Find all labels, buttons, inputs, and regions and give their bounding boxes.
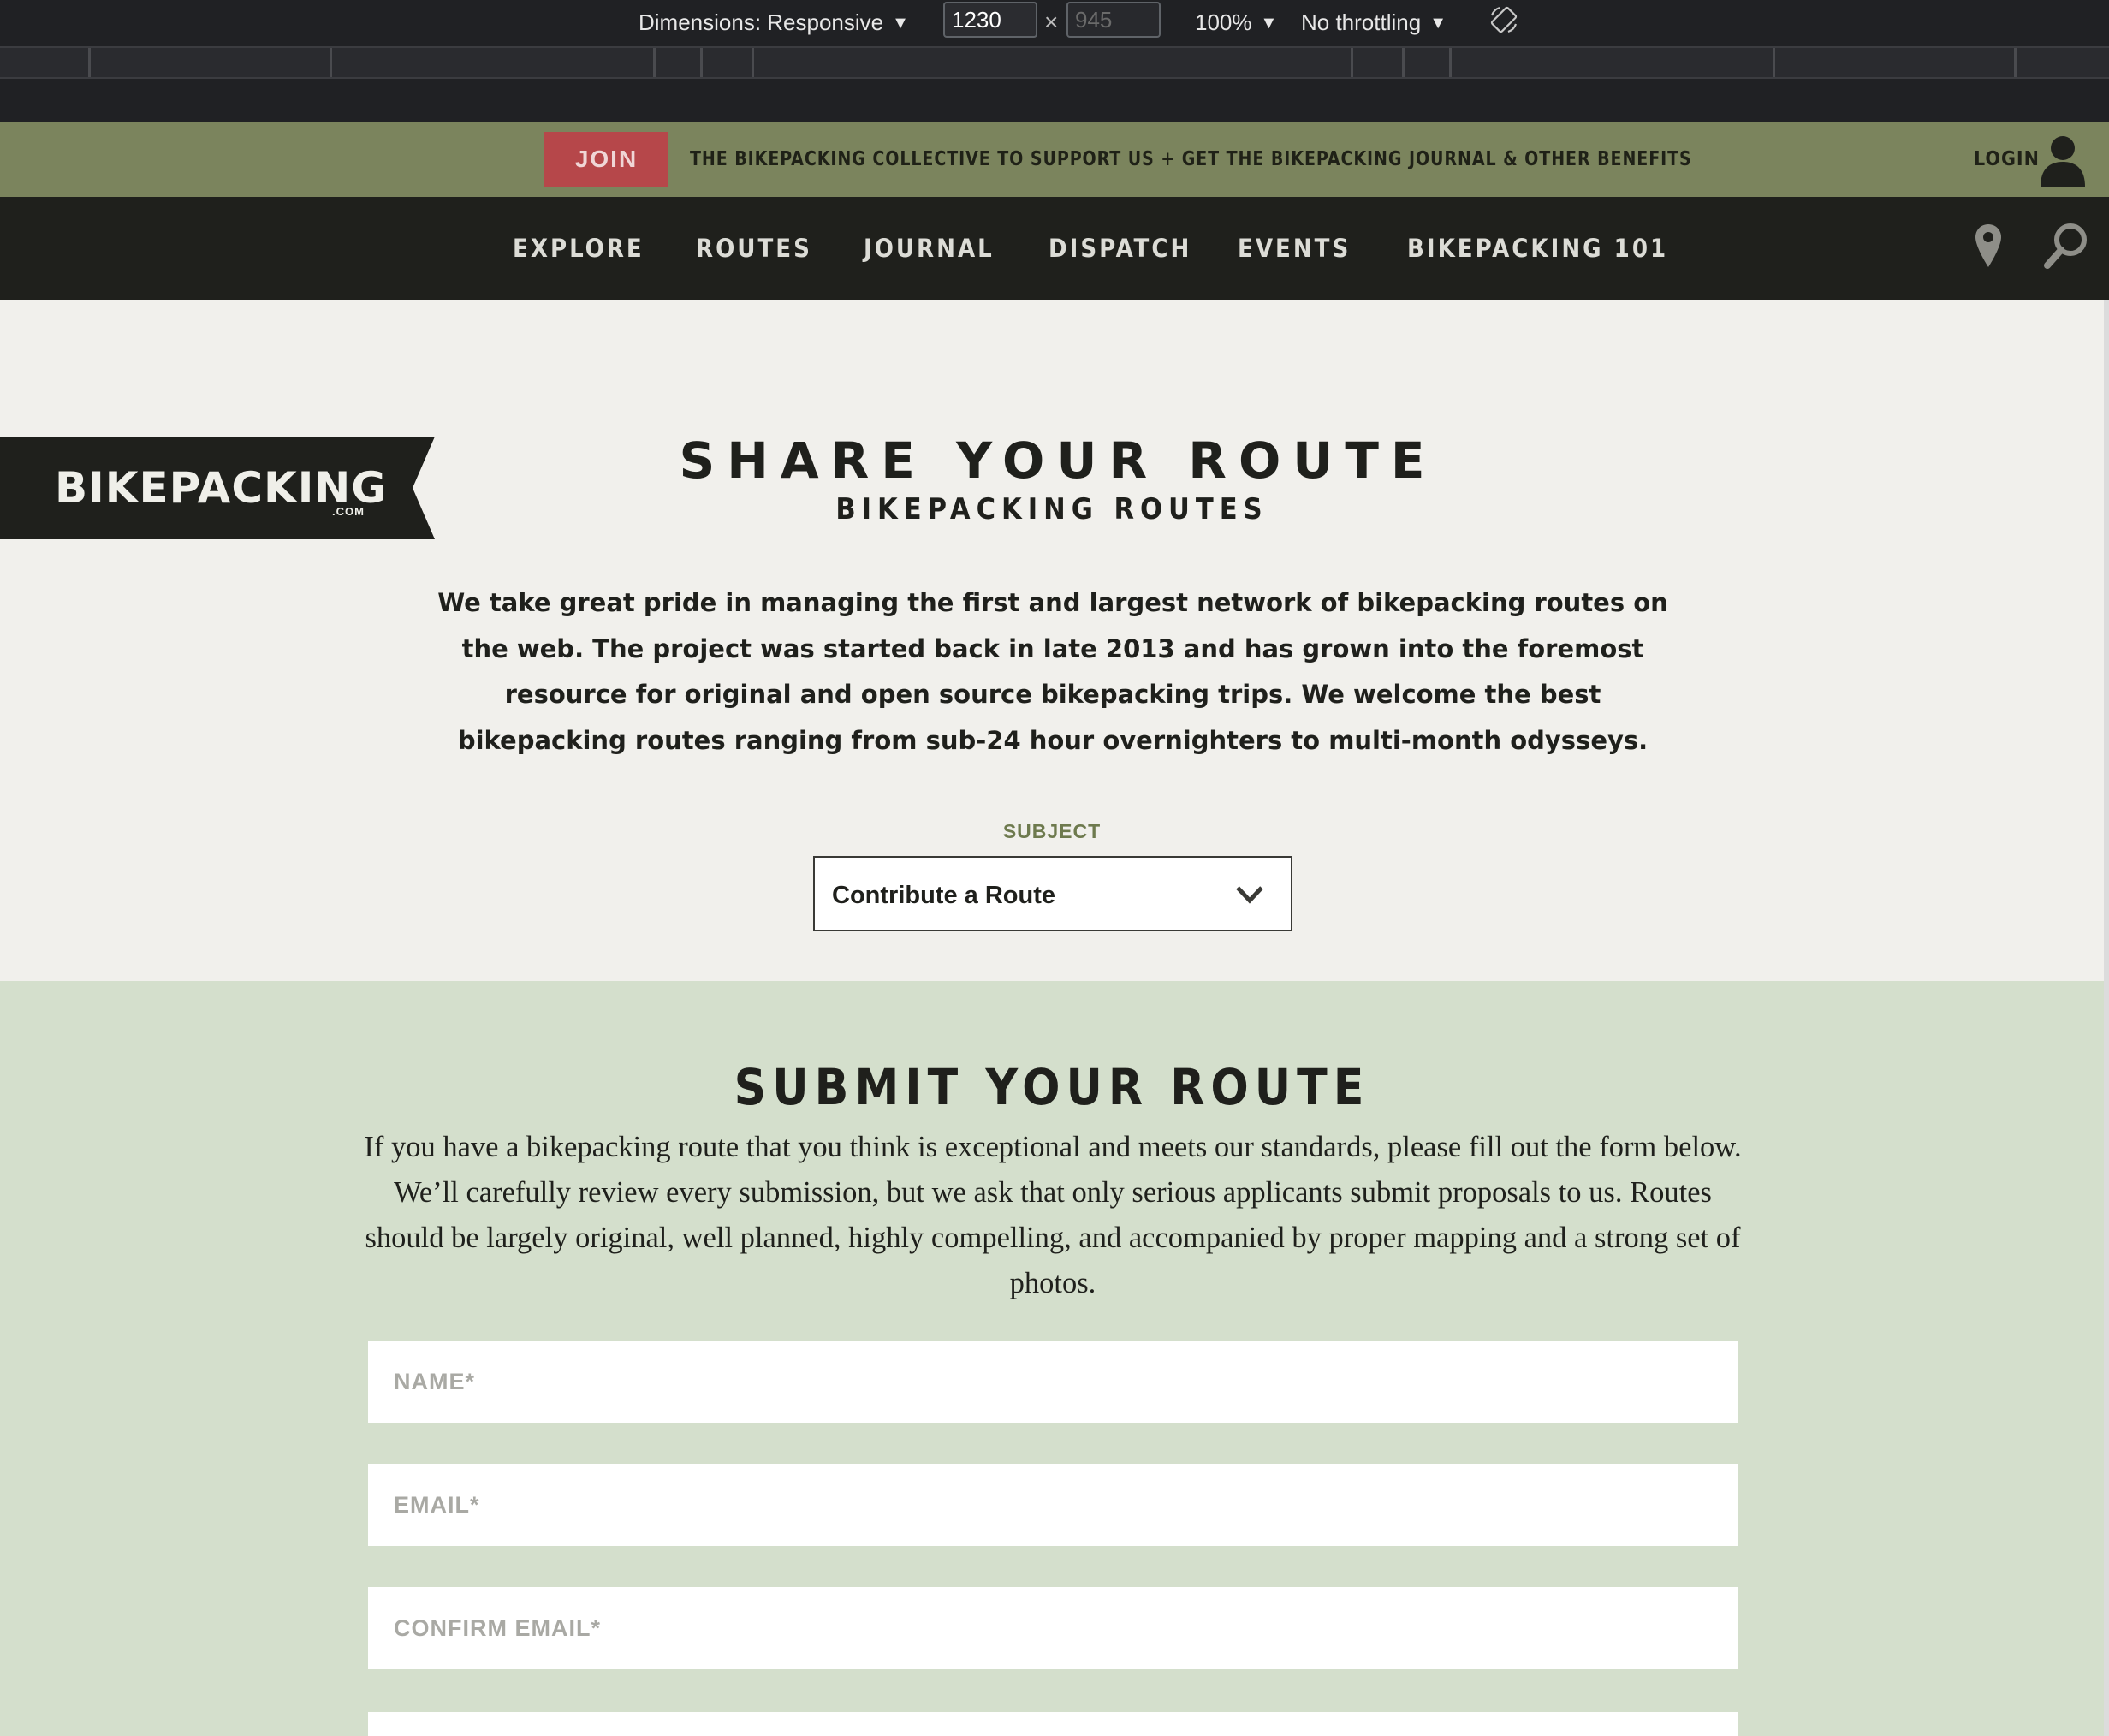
nav-item-events[interactable]: EVENTS <box>1238 229 1351 267</box>
ruler-tick <box>752 48 754 77</box>
caret-down-icon: ▼ <box>1260 14 1278 33</box>
ruler-tick <box>330 48 332 77</box>
devtools-spacer <box>0 79 2109 122</box>
form-title: SUBMIT YOUR ROUTE <box>734 1058 1370 1116</box>
height-input[interactable]: 945 <box>1066 2 1161 38</box>
page-title: SHARE YOUR ROUTE <box>679 431 1437 490</box>
user-icon[interactable] <box>2039 134 2087 187</box>
subject-selected-value: Contribute a Route <box>832 882 1055 909</box>
form-description: If you have a bikepacking route that you… <box>364 1131 1742 1299</box>
page-subtitle: BIKEPACKING ROUTES <box>835 492 1268 526</box>
dimensions-label: Dimensions: Responsive <box>639 9 884 35</box>
join-button[interactable]: JOIN <box>544 132 668 187</box>
nav-item-explore[interactable]: EXPLORE <box>513 229 645 267</box>
throttling-label: No throttling <box>1301 9 1422 35</box>
devtools-device-toolbar: Dimensions: Responsive ▼ 1230 × 945 100% ▼… <box>0 0 2109 122</box>
throttling-dropdown[interactable]: No throttling ▼ <box>1301 7 1447 38</box>
email-field[interactable] <box>368 1464 1738 1546</box>
dimension-separator: × <box>1044 9 1059 35</box>
share-route-hero: BIKEPACKING .COM SHARE YOUR ROUTE BIKEPA… <box>0 300 2104 981</box>
ruler-tick <box>1402 48 1405 77</box>
main-navigation: EXPLORE ROUTES JOURNAL DISPATCH EVENTS B… <box>0 197 2109 300</box>
ruler-tick <box>1449 48 1452 77</box>
intro-paragraph: We take great pride in managing the firs… <box>437 588 1668 755</box>
rotate-icon[interactable] <box>1489 5 1518 34</box>
ruler-tick <box>700 48 703 77</box>
route-type-select[interactable] <box>368 1712 1738 1736</box>
subject-select[interactable]: Contribute a Route <box>813 856 1292 931</box>
ruler-tick <box>2014 48 2017 77</box>
ruler-tick <box>653 48 656 77</box>
membership-banner: JOIN THE BIKEPACKING COLLECTIVE TO SUPPO… <box>0 122 2109 197</box>
ruler-tick <box>88 48 91 77</box>
login-link[interactable]: LOGIN <box>1974 140 2040 178</box>
nav-item-journal[interactable]: JOURNAL <box>864 229 995 267</box>
zoom-dropdown[interactable]: 100% ▼ <box>1195 7 1277 38</box>
width-input[interactable]: 1230 <box>943 2 1037 38</box>
zoom-label: 100% <box>1195 9 1252 35</box>
subject-label: SUBJECT <box>1002 820 1102 842</box>
map-pin-icon[interactable] <box>1974 223 2003 269</box>
nav-item-dispatch[interactable]: DISPATCH <box>1049 229 1191 267</box>
nav-item-bikepacking-101[interactable]: BIKEPACKING 101 <box>1407 229 1668 267</box>
nav-item-routes[interactable]: ROUTES <box>696 229 812 267</box>
media-query-ruler[interactable] <box>0 46 2109 79</box>
page-scrollbar[interactable] <box>2104 300 2109 1736</box>
name-field[interactable] <box>368 1341 1738 1423</box>
ruler-tick <box>1773 48 1775 77</box>
chevron-down-icon <box>1236 886 1263 904</box>
ruler-tick <box>1351 48 1353 77</box>
dimensions-dropdown[interactable]: Dimensions: Responsive ▼ <box>639 7 909 38</box>
search-icon[interactable] <box>2042 221 2090 269</box>
device-toolbar: Dimensions: Responsive ▼ 1230 × 945 100% ▼… <box>0 0 2109 45</box>
confirm-email-field[interactable] <box>368 1587 1738 1669</box>
caret-down-icon: ▼ <box>1429 14 1447 33</box>
caret-down-icon: ▼ <box>892 14 909 33</box>
membership-message[interactable]: THE BIKEPACKING COLLECTIVE TO SUPPORT US… <box>690 142 1692 176</box>
